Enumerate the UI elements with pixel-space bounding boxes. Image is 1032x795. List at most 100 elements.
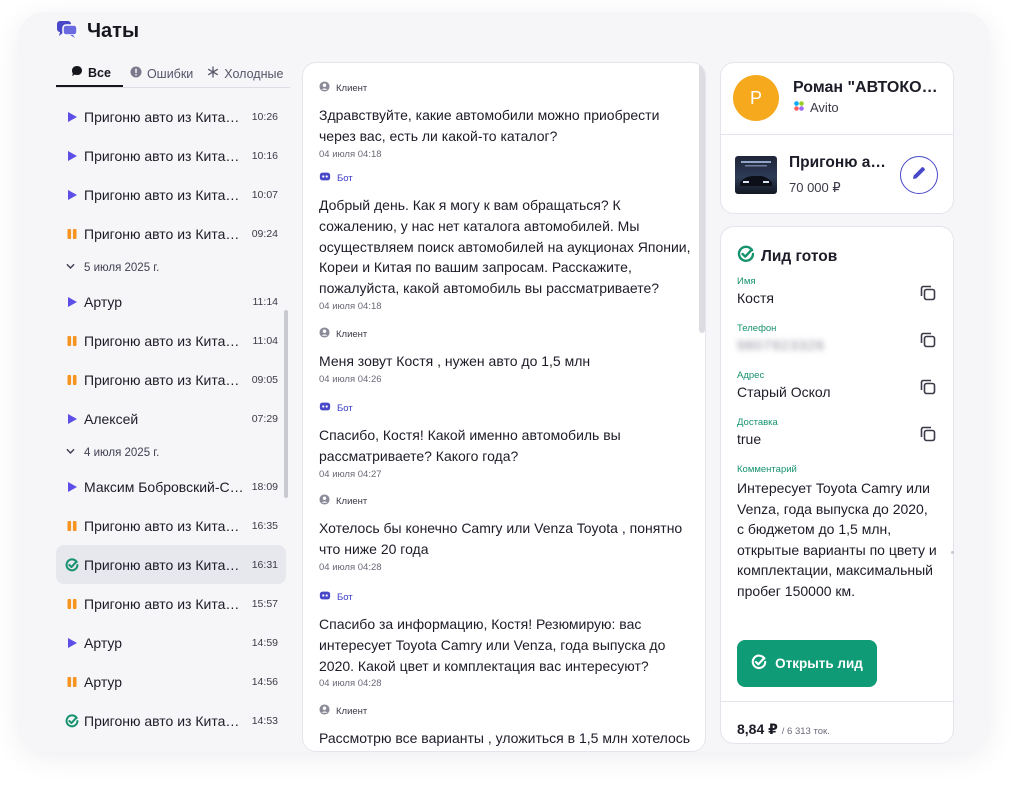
bot-icon	[319, 590, 331, 604]
card-divider	[721, 134, 953, 135]
message-sender: Клиент	[319, 494, 691, 508]
date-separator[interactable]: 4 июля 2025 г.	[56, 438, 286, 467]
copy-icon[interactable]	[918, 283, 938, 303]
bot-icon	[319, 171, 331, 185]
message-sender-label: Бот	[337, 172, 353, 184]
chat-list-item[interactable]: Пригоню авто из Китая и Японии 11:04	[56, 321, 286, 360]
chat-name: Пригоню авто из Китая и Японии	[84, 712, 244, 729]
copy-icon[interactable]	[918, 424, 938, 444]
tab-cold-label: Холодные	[224, 66, 284, 81]
token-cost: 8,84 ₽ / 6 313 ток.	[737, 721, 830, 738]
chat-time: 18:09	[251, 480, 278, 493]
conversation-panel: Клиент Здравствуйте, какие автомобили мож…	[302, 62, 706, 752]
chat-list-item[interactable]: Артур 14:59	[56, 623, 286, 662]
play-icon	[64, 294, 80, 310]
client-message: Клиент Хотелось бы конечно Camry или Venz…	[319, 494, 691, 573]
ad-price: 70 000 ₽	[789, 180, 841, 195]
chat-time: 15:57	[251, 597, 278, 610]
lead-field-name-value: Костя	[737, 290, 774, 306]
edit-button[interactable]	[900, 156, 938, 194]
chat-list-scrollbar[interactable]	[284, 310, 288, 498]
play-icon	[64, 479, 80, 495]
chat-list-item[interactable]: Пригоню авто из Китая и Японии 10:26	[56, 97, 286, 136]
ad-title[interactable]: Пригоню авто из Китая и Японии	[789, 154, 889, 172]
lead-field-delivery-value: true	[737, 431, 762, 447]
contact-source: Avito	[793, 100, 839, 115]
cost-value: 8,84 ₽	[737, 721, 778, 737]
app-window: Чаты Все Ошибки Холодные Пригоню авто из…	[18, 12, 990, 752]
copy-icon[interactable]	[918, 377, 938, 397]
play-icon	[64, 635, 80, 651]
chat-name: Артур	[84, 293, 123, 310]
message-text: Меня зовут Костя , нужен авто до 1,5 млн	[319, 353, 591, 369]
chat-list-item[interactable]: Пригоню авто из Китая и Японии 09:05	[56, 360, 286, 399]
tab-errors-label: Ошибки	[146, 66, 194, 81]
lead-title: Лид готов	[761, 247, 838, 265]
chat-name: Пригоню авто из Китая и Японии	[84, 595, 244, 612]
message-text: Здравствуйте, какие автомобили можно при…	[319, 107, 660, 144]
conversation-scrollbar[interactable]	[699, 63, 705, 333]
chevron-down-icon	[66, 262, 75, 274]
chat-list-item[interactable]: Артур 11:14	[56, 282, 286, 321]
play-icon	[64, 109, 80, 125]
message-sender-label: Клиент	[336, 495, 368, 507]
chat-list-item[interactable]: Пригоню авто из Китая и Японии 10:07	[56, 175, 286, 214]
message-time: 04 июля 04:18	[319, 300, 382, 312]
pause-icon	[64, 226, 80, 242]
date-separator[interactable]: 5 июля 2025 г.	[56, 253, 286, 282]
pause-icon	[64, 518, 80, 534]
tab-all[interactable]: Все	[56, 60, 123, 87]
user-icon	[319, 81, 330, 95]
chat-list-item[interactable]: Алексей 07:29	[56, 399, 286, 438]
chat-name: Пригоню авто из Китая и Японии	[84, 332, 245, 349]
chat-list-item[interactable]: Пригоню авто из Китая и Японии 10:16	[56, 136, 286, 175]
tab-errors[interactable]: Ошибки	[123, 60, 200, 87]
message-text: Спасибо за информацию, Костя! Резюмирую:…	[319, 616, 666, 674]
chat-name: Пригоню авто из Китая и Японии	[84, 371, 244, 388]
chat-name: Пригоню авто из Китая и Японии	[84, 556, 244, 573]
chat-list-item[interactable]: Пригоню авто из Китая и Японии 16:31	[56, 545, 286, 584]
client-message: Клиент Меня зовут Костя , нужен авто до 1…	[319, 327, 691, 385]
lead-field-phone: Телефон 9807923326	[737, 323, 937, 353]
chat-list-item[interactable]: Артур 14:56	[56, 662, 286, 701]
lead-field-name-label: Имя	[737, 276, 756, 287]
chat-list-item[interactable]: Максим Бобровский-Стрельников 18:09	[56, 467, 286, 506]
open-lead-button[interactable]: Открыть лид	[737, 640, 877, 687]
open-lead-label: Открыть лид	[775, 656, 863, 671]
chat-name: Артур	[84, 634, 123, 651]
chat-list-item[interactable]: Пригоню авто из Китая и Японии 14:53	[56, 701, 286, 740]
contact-name: Роман "АВТОКОНТРАКТ"	[793, 79, 943, 96]
pause-icon	[64, 333, 80, 349]
snowflake-icon	[207, 66, 219, 81]
ad-thumbnail[interactable]	[735, 156, 777, 194]
date-separator-label: 4 июля 2025 г.	[84, 446, 160, 459]
chat-time: 16:31	[251, 558, 278, 571]
chat-name: Пригоню авто из Китая и Японии	[84, 517, 244, 534]
bot-message: Бот Спасибо, Костя! Какой именно автомоби…	[319, 401, 691, 480]
message-sender: Бот	[319, 590, 691, 604]
user-icon	[319, 327, 330, 341]
avito-icon	[793, 100, 805, 115]
lead-header: Лид готов	[737, 245, 837, 268]
check-circle-icon	[64, 557, 80, 573]
contact-card: Р Роман "АВТОКОНТРАКТ" Avito Пригоню авт…	[720, 62, 954, 214]
tab-all-label: Все	[88, 65, 111, 80]
pencil-icon	[910, 164, 928, 187]
copy-icon[interactable]	[918, 330, 938, 350]
chat-list-item[interactable]: Пригоню авто из Китая и Японии 16:35	[56, 506, 286, 545]
chat-list-item[interactable]: Пригоню авто из Китая и Японии 15:57	[56, 584, 286, 623]
message-sender: Клиент	[319, 327, 691, 341]
message-sender-label: Клиент	[336, 328, 368, 340]
lead-ready-icon	[737, 245, 755, 268]
check-circle-icon	[64, 713, 80, 729]
avatar[interactable]: Р	[733, 75, 779, 121]
chat-time: 11:14	[252, 295, 279, 308]
tab-cold[interactable]: Холодные	[200, 60, 290, 87]
message-sender: Бот	[319, 401, 691, 415]
message-sender: Клиент	[319, 704, 691, 718]
chat-list-item[interactable]: Пригоню авто из Китая и Японии 09:24	[56, 214, 286, 253]
lead-field-delivery-label: Доставка	[737, 417, 778, 428]
message-sender-label: Клиент	[336, 705, 368, 717]
chat-name: Пригоню авто из Китая и Японии	[84, 225, 244, 242]
lead-check-icon	[751, 654, 767, 673]
